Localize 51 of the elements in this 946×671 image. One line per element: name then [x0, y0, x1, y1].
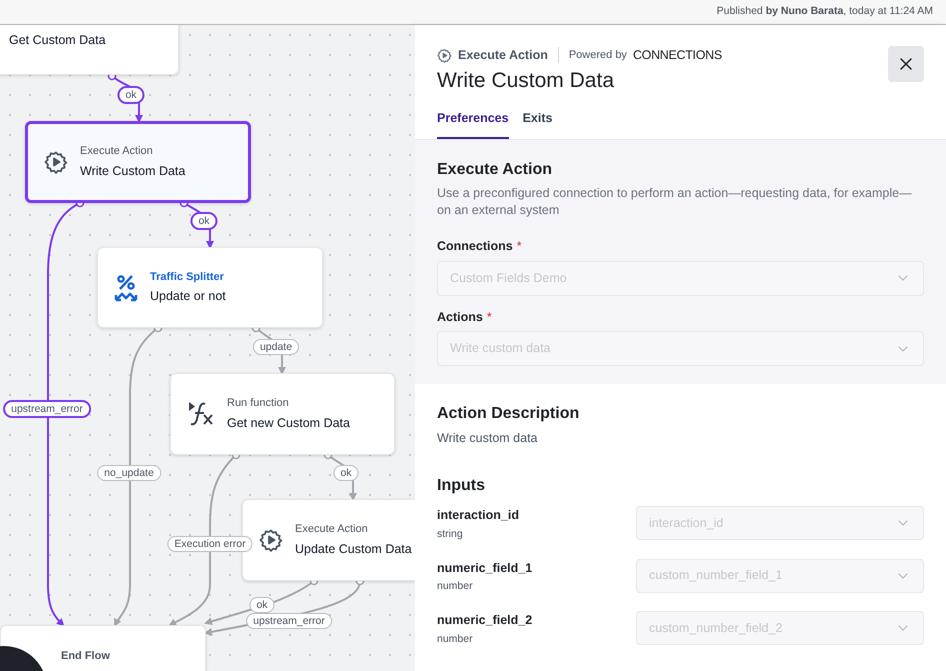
input-name: interaction_id: [437, 507, 519, 524]
input-type: number: [437, 632, 474, 647]
published-info: Published by Nuno Barata, today at 11:24 AM: [716, 4, 933, 20]
panel-title: Write Custom Data: [437, 68, 615, 94]
node-type-label: Execute Action: [80, 144, 154, 160]
provider-logo-text: CONNECTIONS: [632, 47, 722, 64]
node-type-label: Traffic Splitter: [150, 270, 225, 285]
section-heading: Inputs: [437, 476, 486, 496]
node-title: Get new Custom Data: [227, 414, 350, 432]
input-type: number: [437, 579, 474, 594]
input-type: string: [437, 526, 464, 542]
edge-label: upstream_error: [3, 400, 91, 418]
edge-label: ok: [249, 597, 275, 613]
split-arrows-icon: [114, 274, 138, 302]
required-asterisk: *: [486, 308, 492, 326]
field-label: Actions: [437, 308, 483, 326]
field-label: Connections: [437, 238, 513, 255]
section-heading: Execute Action: [437, 160, 553, 180]
flow-node[interactable]: Run function Get new Custom Data: [170, 373, 395, 455]
edge-label: Execution error: [167, 536, 253, 552]
gear-play-icon: [437, 48, 452, 63]
node-title: Get Custom Data: [9, 32, 106, 49]
powered-by-label: Powered by: [568, 48, 627, 64]
node-title: Update Custom Data: [295, 540, 412, 558]
close-button[interactable]: [888, 46, 924, 82]
flow-node[interactable]: End Flow: [0, 625, 206, 671]
gear-play-icon: [44, 150, 68, 174]
edge-label: ok: [333, 465, 359, 481]
node-type-label: End Flow: [61, 649, 110, 664]
edge-label: no_update: [97, 465, 161, 481]
node-title: Write Custom Data: [80, 162, 186, 180]
input-name: numeric_field_2: [437, 612, 532, 629]
function-icon: [187, 400, 215, 428]
edge-label: ok: [117, 86, 145, 104]
node-type-label: Run function: [227, 396, 290, 412]
flow-node[interactable]: Execute Action Write Custom Data: [25, 121, 251, 203]
node-type-label: Execute Action: [458, 47, 548, 64]
flow-node[interactable]: Traffic Splitter Update or not: [97, 247, 323, 328]
flow-node[interactable]: Get Custom Data: [0, 25, 179, 75]
gear-play-icon: [259, 528, 283, 552]
edge-label: ok: [190, 212, 218, 230]
edge-label: update: [252, 339, 300, 355]
action-description-text: Write custom data: [437, 430, 539, 448]
input-name: numeric_field_1: [437, 560, 532, 576]
tab[interactable]: Exits: [522, 109, 552, 139]
node-type-label: Execute Action: [295, 522, 369, 538]
section-heading: Action Description: [437, 404, 580, 424]
section-description: Use a preconfigured connection to perform an action—requesting data, for example—on an external system: [437, 184, 913, 219]
required-asterisk: *: [516, 238, 522, 255]
node-title: Update or not: [150, 288, 226, 306]
edge-label: upstream_error: [246, 613, 332, 629]
